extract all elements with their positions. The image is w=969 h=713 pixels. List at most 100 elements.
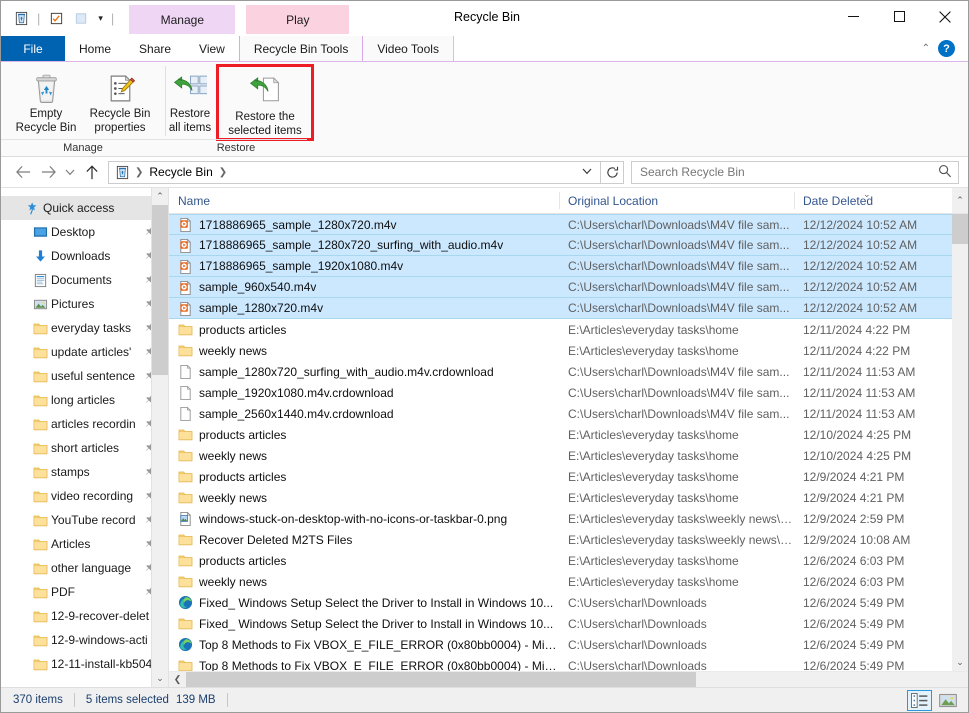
back-button[interactable] bbox=[11, 160, 36, 184]
tab-file[interactable]: File bbox=[1, 36, 65, 61]
large-icons-view-button[interactable] bbox=[935, 690, 960, 711]
cell-name[interactable]: products articles bbox=[169, 470, 559, 484]
empty-recycle-bin-button[interactable]: Empty Recycle Bin bbox=[9, 67, 83, 135]
nav-scrollbar-thumb[interactable] bbox=[152, 205, 168, 375]
file-list-horizontal-scrollbar[interactable]: ❮ bbox=[169, 671, 968, 687]
list-scroll-down-icon[interactable]: ⌄ bbox=[952, 654, 968, 671]
cell-name[interactable]: Top 8 Methods to Fix VBOX_E_FILE_ERROR (… bbox=[169, 659, 559, 671]
sidebar-item-documents[interactable]: Documents bbox=[1, 268, 168, 292]
properties-icon[interactable] bbox=[46, 9, 66, 29]
sidebar-item-articles[interactable]: Articles bbox=[1, 532, 168, 556]
table-row[interactable]: sample_960x540.m4v C:\Users\charl\Downloa… bbox=[169, 277, 952, 298]
column-header-name[interactable]: Name bbox=[169, 188, 559, 213]
sidebar-item-update-articles[interactable]: update articles' bbox=[1, 340, 168, 364]
cell-name[interactable]: sample_1920x1080.m4v.crdownload bbox=[169, 385, 559, 400]
table-row[interactable]: products articles E:\Articles\everyday ta… bbox=[169, 424, 952, 445]
cell-name[interactable]: sample_2560x1440.m4v.crdownload bbox=[169, 406, 559, 421]
close-button[interactable] bbox=[922, 1, 968, 32]
cell-name[interactable]: sample_1280x720_surfing_with_audio.m4v.c… bbox=[169, 364, 559, 379]
tab-view[interactable]: View bbox=[185, 36, 239, 61]
nav-scroll-up-icon[interactable]: ⌃ bbox=[152, 188, 168, 205]
table-row[interactable]: products articles E:\Articles\everyday ta… bbox=[169, 319, 952, 340]
table-row[interactable]: sample_2560x1440.m4v.crdownload C:\Users\… bbox=[169, 403, 952, 424]
forward-button[interactable] bbox=[36, 160, 61, 184]
hscroll-thumb[interactable] bbox=[186, 672, 696, 687]
sidebar-item-desktop[interactable]: Desktop bbox=[1, 220, 168, 244]
sidebar-item-everyday-tasks[interactable]: everyday tasks bbox=[1, 316, 168, 340]
tab-recycle-bin-tools[interactable]: Recycle Bin Tools bbox=[238, 36, 364, 61]
breadcrumb-segment-recycle-bin[interactable]: Recycle Bin bbox=[147, 165, 214, 179]
sidebar-item-long-articles[interactable]: long articles bbox=[1, 388, 168, 412]
help-icon[interactable]: ? bbox=[938, 40, 955, 57]
cell-name[interactable]: weekly news bbox=[169, 344, 559, 358]
list-scrollbar-thumb[interactable] bbox=[952, 214, 968, 244]
sidebar-item-video-recording[interactable]: video recording bbox=[1, 484, 168, 508]
tab-video-tools[interactable]: Video Tools bbox=[363, 36, 454, 61]
hscroll-track[interactable] bbox=[186, 672, 968, 687]
sidebar-item-youtube-record[interactable]: YouTube record bbox=[1, 508, 168, 532]
restore-all-items-button[interactable]: Restore all items bbox=[161, 67, 219, 135]
table-row[interactable]: Top 8 Methods to Fix VBOX_E_FILE_ERROR (… bbox=[169, 634, 952, 655]
table-row[interactable]: 1718886965_sample_1280x720.m4v C:\Users\c… bbox=[169, 214, 952, 235]
cell-name[interactable]: Top 8 Methods to Fix VBOX_E_FILE_ERROR (… bbox=[169, 637, 559, 652]
table-row[interactable]: products articles E:\Articles\everyday ta… bbox=[169, 466, 952, 487]
chevron-down-icon[interactable] bbox=[576, 167, 598, 178]
recent-locations-button[interactable] bbox=[61, 160, 79, 184]
cell-name[interactable]: Fixed_ Windows Setup Select the Driver t… bbox=[169, 595, 559, 610]
recycle-bin-icon[interactable] bbox=[11, 9, 31, 29]
breadcrumb-separator-2[interactable]: ❯ bbox=[215, 167, 231, 178]
breadcrumb-separator-1[interactable]: ❯ bbox=[131, 167, 147, 178]
chevron-down-icon[interactable]: ▾ bbox=[96, 13, 105, 24]
cell-name[interactable]: products articles bbox=[169, 323, 559, 337]
table-row[interactable]: 1718886965_sample_1920x1080.m4v C:\Users\… bbox=[169, 256, 952, 277]
details-view-button[interactable] bbox=[907, 689, 932, 711]
table-row[interactable]: windows-stuck-on-desktop-with-no-icons-o… bbox=[169, 508, 952, 529]
column-header-original-location[interactable]: Original Location bbox=[559, 188, 794, 213]
maximize-button[interactable] bbox=[876, 1, 922, 32]
sidebar-item-12-11-install-kb504[interactable]: 12-11-install-kb504 bbox=[1, 652, 168, 676]
sidebar-item-short-articles[interactable]: short articles bbox=[1, 436, 168, 460]
nav-scroll-down-icon[interactable]: ⌄ bbox=[152, 670, 168, 687]
cell-name[interactable]: weekly news bbox=[169, 449, 559, 463]
cell-name[interactable]: weekly news bbox=[169, 491, 559, 505]
table-row[interactable]: Top 8 Methods to Fix VBOX_E_FILE_ERROR (… bbox=[169, 655, 952, 671]
hscroll-left-icon[interactable]: ❮ bbox=[169, 672, 186, 687]
table-row[interactable]: weekly news E:\Articles\everyday tasks\ho… bbox=[169, 445, 952, 466]
refresh-button[interactable] bbox=[601, 160, 624, 184]
new-folder-icon[interactable] bbox=[71, 9, 91, 29]
table-row[interactable]: Fixed_ Windows Setup Select the Driver t… bbox=[169, 613, 952, 634]
search-box[interactable]: Search Recycle Bin bbox=[631, 160, 959, 184]
cell-name[interactable]: windows-stuck-on-desktop-with-no-icons-o… bbox=[169, 511, 559, 526]
cell-name[interactable]: products articles bbox=[169, 554, 559, 568]
contextual-tab-play[interactable]: Play bbox=[246, 5, 350, 34]
table-row[interactable]: products articles E:\Articles\everyday ta… bbox=[169, 550, 952, 571]
up-button[interactable] bbox=[79, 160, 104, 184]
cell-name[interactable]: Recover Deleted M2TS Files bbox=[169, 533, 559, 547]
sidebar-item-downloads[interactable]: Downloads bbox=[1, 244, 168, 268]
sidebar-item-pictures[interactable]: Pictures bbox=[1, 292, 168, 316]
search-icon[interactable] bbox=[938, 164, 952, 181]
sidebar-item-useful-sentence[interactable]: useful sentence bbox=[1, 364, 168, 388]
tab-share[interactable]: Share bbox=[125, 36, 185, 61]
cell-name[interactable]: products articles bbox=[169, 428, 559, 442]
sidebar-item-12-9-windows-acti[interactable]: 12-9-windows-acti bbox=[1, 628, 168, 652]
sidebar-item-stamps[interactable]: stamps bbox=[1, 460, 168, 484]
breadcrumb-bar[interactable]: ❯ Recycle Bin ❯ bbox=[108, 160, 601, 184]
table-row[interactable]: Recover Deleted M2TS Files E:\Articles\ev… bbox=[169, 529, 952, 550]
file-list-scrollbar[interactable]: ⌄ bbox=[952, 214, 968, 671]
table-row[interactable]: 1718886965_sample_1280x720_surfing_with_… bbox=[169, 235, 952, 256]
table-row[interactable]: Fixed_ Windows Setup Select the Driver t… bbox=[169, 592, 952, 613]
sidebar-item-quick-access[interactable]: Quick access bbox=[1, 196, 168, 220]
collapse-ribbon-icon[interactable]: ⌃ bbox=[922, 43, 930, 54]
table-row[interactable]: weekly news E:\Articles\everyday tasks\ho… bbox=[169, 340, 952, 361]
cell-name[interactable]: sample_960x540.m4v bbox=[169, 280, 559, 295]
cell-name[interactable]: Fixed_ Windows Setup Select the Driver t… bbox=[169, 617, 559, 631]
navigation-scrollbar[interactable]: ⌃ ⌄ bbox=[152, 188, 168, 687]
table-row[interactable]: weekly news E:\Articles\everyday tasks\ho… bbox=[169, 487, 952, 508]
list-scroll-up-icon[interactable]: ⌃ bbox=[952, 188, 968, 213]
sidebar-item-other-language[interactable]: other language bbox=[1, 556, 168, 580]
table-row[interactable]: sample_1280x720.m4v C:\Users\charl\Downlo… bbox=[169, 298, 952, 319]
table-row[interactable]: sample_1920x1080.m4v.crdownload C:\Users\… bbox=[169, 382, 952, 403]
column-header-date-deleted[interactable]: Date Deleted ⌄ bbox=[794, 188, 952, 213]
restore-selected-items-button[interactable]: Restore the selected items bbox=[216, 64, 314, 141]
